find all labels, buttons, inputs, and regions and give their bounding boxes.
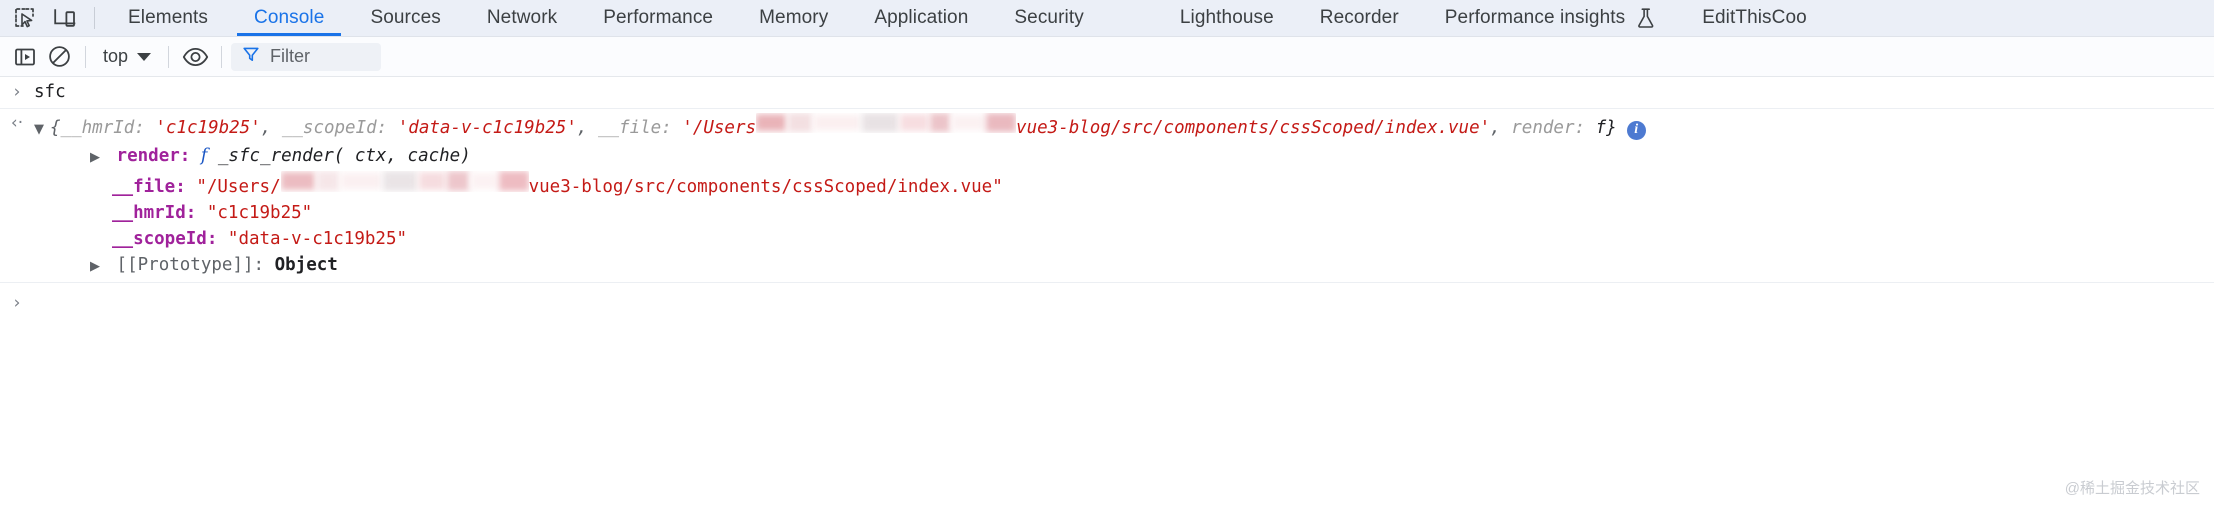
property-value: "c1c19b25" bbox=[207, 200, 312, 226]
property-value: "data-v-c1c19b25" bbox=[228, 226, 407, 252]
property-row-render[interactable]: render: f _sfc_render( ctx, cache) bbox=[34, 143, 2214, 171]
property-row-scopeid[interactable]: __scopeId: "data-v-c1c19b25" bbox=[34, 226, 2214, 252]
preview-key-scopeid: __scopeId: bbox=[282, 115, 387, 141]
devtools-tabbar: Elements Console Sources Network Perform… bbox=[0, 0, 2214, 37]
expand-triangle-icon[interactable] bbox=[90, 145, 106, 171]
redacted-path-block bbox=[756, 113, 1016, 133]
flask-icon bbox=[1636, 7, 1656, 29]
context-selector-value: top bbox=[103, 46, 128, 67]
tabs-spacer bbox=[1107, 0, 1157, 36]
property-key: render: bbox=[117, 143, 191, 169]
filter-placeholder: Filter bbox=[270, 46, 310, 67]
object-properties: render: f _sfc_render( ctx, cache) __fil… bbox=[34, 143, 2214, 280]
console-command-text: sfc bbox=[34, 82, 66, 102]
live-expression-icon[interactable] bbox=[178, 42, 212, 72]
console-result-row: ‹· { __hmrId: 'c1c19b25' , __scopeId: 'd… bbox=[0, 109, 2214, 283]
toolbar-separator bbox=[221, 46, 222, 68]
tab-label: Performance bbox=[603, 7, 713, 29]
input-prompt-icon: › bbox=[0, 293, 34, 312]
tab-label: Application bbox=[874, 7, 968, 29]
property-row-file[interactable]: __file: "/Users/ vue3-blog/src/component… bbox=[34, 171, 2214, 200]
chevron-down-icon bbox=[137, 53, 151, 61]
return-arrow: ‹· bbox=[11, 115, 23, 132]
tab-label: Sources bbox=[370, 7, 440, 29]
devtools-tabbar-icons bbox=[0, 0, 88, 36]
input-chevron: › bbox=[14, 295, 21, 312]
tabbar-divider bbox=[94, 7, 95, 29]
tab-label: Memory bbox=[759, 7, 828, 29]
property-value-suffix: vue3-blog/src/components/cssScoped/index… bbox=[529, 174, 1003, 200]
preview-sep: , bbox=[577, 115, 588, 141]
property-key: __file: bbox=[112, 174, 186, 200]
console-input-row[interactable]: › bbox=[0, 283, 2214, 313]
watermark: @稀土掘金技术社区 bbox=[2065, 477, 2200, 498]
preview-key-file: __file: bbox=[598, 115, 672, 141]
object-preview-line[interactable]: { __hmrId: 'c1c19b25' , __scopeId: 'data… bbox=[34, 113, 2214, 143]
tab-network[interactable]: Network bbox=[464, 0, 580, 36]
preview-key-render: render: bbox=[1511, 115, 1585, 141]
tab-console[interactable]: Console bbox=[231, 0, 347, 36]
tab-label: Console bbox=[254, 7, 324, 29]
context-selector[interactable]: top bbox=[95, 43, 159, 70]
tab-performance-insights[interactable]: Performance insights bbox=[1422, 0, 1679, 36]
property-key: __scopeId: bbox=[112, 226, 217, 252]
tab-performance[interactable]: Performance bbox=[580, 0, 736, 36]
tab-elements[interactable]: Elements bbox=[105, 0, 231, 36]
open-brace: { bbox=[50, 115, 61, 141]
command-chevron: › bbox=[14, 84, 21, 101]
console-toolbar: top Filter bbox=[0, 37, 2214, 77]
toolbar-separator bbox=[168, 46, 169, 68]
preview-value-scopeid: 'data-v-c1c19b25' bbox=[398, 115, 577, 141]
tab-security[interactable]: Security bbox=[991, 0, 1106, 36]
preview-sep: , bbox=[261, 115, 272, 141]
property-key: [[Prototype]]: bbox=[117, 252, 265, 278]
device-toolbar-icon[interactable] bbox=[48, 3, 82, 33]
expand-triangle-icon[interactable] bbox=[90, 254, 106, 280]
preview-value-render: f} bbox=[1596, 115, 1617, 141]
tab-recorder[interactable]: Recorder bbox=[1297, 0, 1422, 36]
filter-input[interactable]: Filter bbox=[231, 43, 381, 71]
tab-lighthouse[interactable]: Lighthouse bbox=[1157, 0, 1297, 36]
preview-value-hmrid: 'c1c19b25' bbox=[155, 115, 260, 141]
tab-memory[interactable]: Memory bbox=[736, 0, 851, 36]
tab-label: EditThisCoo bbox=[1702, 7, 1807, 29]
tab-label: Recorder bbox=[1320, 7, 1399, 29]
tab-label: Security bbox=[1014, 7, 1083, 29]
property-row-prototype[interactable]: [[Prototype]]: Object bbox=[34, 252, 2214, 280]
preview-value-file-prefix: '/Users bbox=[682, 115, 756, 141]
console-command-row: › sfc bbox=[0, 77, 2214, 109]
toolbar-separator bbox=[85, 46, 86, 68]
property-value: Object bbox=[275, 252, 338, 278]
result-arrow-icon: ‹· bbox=[0, 113, 34, 132]
console-sidebar-icon[interactable] bbox=[8, 42, 42, 72]
redacted-path-block bbox=[281, 171, 529, 192]
funnel-icon bbox=[242, 45, 260, 68]
devtools-tabs: Elements Console Sources Network Perform… bbox=[105, 0, 1830, 36]
tab-application[interactable]: Application bbox=[851, 0, 991, 36]
property-row-hmrid[interactable]: __hmrId: "c1c19b25" bbox=[34, 200, 2214, 226]
inspect-element-icon[interactable] bbox=[8, 3, 42, 33]
tab-label: Elements bbox=[128, 7, 208, 29]
tab-label: Network bbox=[487, 7, 557, 29]
info-icon[interactable]: i bbox=[1627, 121, 1646, 140]
property-value-prefix: "/Users/ bbox=[196, 174, 280, 200]
expand-triangle-icon[interactable] bbox=[34, 117, 50, 143]
preview-value-file-suffix: vue3-blog/src/components/cssScoped/index… bbox=[1016, 115, 1490, 141]
tab-label: Performance insights bbox=[1445, 7, 1625, 29]
tab-sources[interactable]: Sources bbox=[347, 0, 463, 36]
tab-editthiscookie[interactable]: EditThisCoo bbox=[1679, 0, 1830, 36]
property-value: _sfc_render( ctx, cache) bbox=[218, 143, 471, 169]
console-output[interactable]: › sfc ‹· { __hmrId: 'c1c19b25' , __scope… bbox=[0, 77, 2214, 506]
object-inspector: { __hmrId: 'c1c19b25' , __scopeId: 'data… bbox=[34, 113, 2214, 280]
preview-key-hmrid: __hmrId: bbox=[61, 115, 145, 141]
clear-console-icon[interactable] bbox=[42, 42, 76, 72]
tab-label: Lighthouse bbox=[1180, 7, 1274, 29]
property-key: __hmrId: bbox=[112, 200, 196, 226]
command-prompt-icon: › bbox=[0, 82, 34, 101]
preview-sep: , bbox=[1490, 115, 1501, 141]
